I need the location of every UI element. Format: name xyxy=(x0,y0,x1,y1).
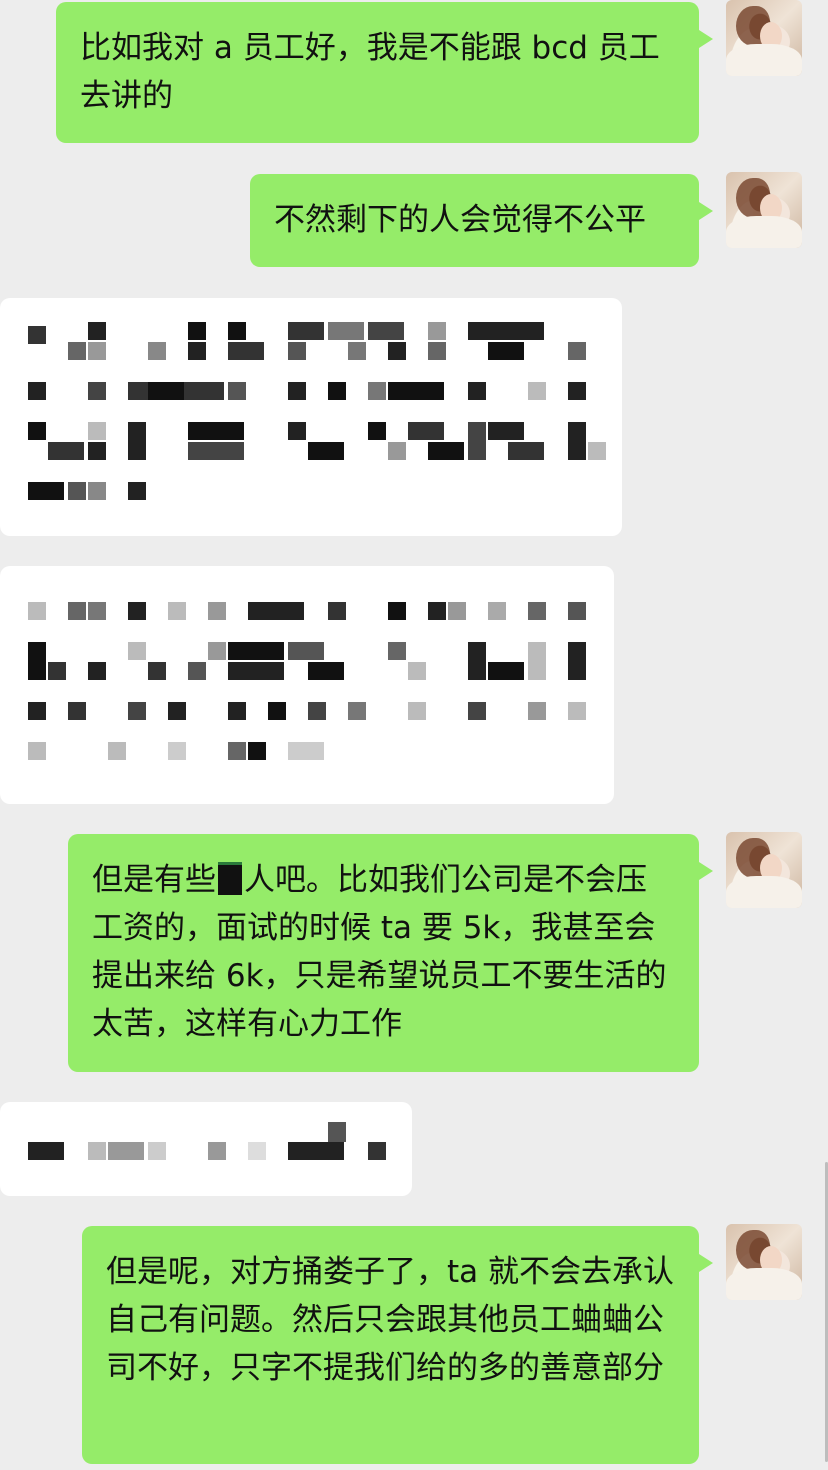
message-bubble-incoming-redacted[interactable] xyxy=(0,1102,412,1196)
message-bubble-incoming-redacted[interactable] xyxy=(0,298,622,536)
avatar-icon[interactable] xyxy=(726,1224,802,1300)
inline-redaction xyxy=(218,862,242,895)
message-bubble-outgoing[interactable]: 比如我对 a 员工好，我是不能跟 bcd 员工去讲的 xyxy=(56,2,713,143)
message-bubble-outgoing[interactable]: 但是呢，对方捅娄子了，ta 就不会去承认自己有问题。然后只会跟其他员工蛐蛐公司不… xyxy=(82,1226,713,1464)
message-text: 比如我对 a 员工好，我是不能跟 bcd 员工去讲的 xyxy=(80,30,660,114)
avatar-icon[interactable] xyxy=(726,832,802,908)
pixelated-redaction xyxy=(28,602,586,760)
message-bubble-outgoing[interactable]: 不然剩下的人会觉得不公平 xyxy=(250,174,713,267)
message-text: 但是呢，对方捅娄子了，ta 就不会去承认自己有问题。然后只会跟其他员工蛐蛐公司不… xyxy=(106,1254,675,1386)
message-text: 不然剩下的人会觉得不公平 xyxy=(274,202,646,238)
message-bubble-outgoing[interactable]: 但是有些 人吧。比如我们公司是不会压工资的，面试的时候 ta 要 5k，我甚至会提… xyxy=(68,834,713,1072)
pixelated-redaction xyxy=(28,1122,386,1160)
message-text: 但是有些 xyxy=(92,862,216,898)
message-bubble-incoming-redacted[interactable] xyxy=(0,566,614,804)
avatar-icon[interactable] xyxy=(726,0,802,76)
pixelated-redaction xyxy=(28,322,606,500)
avatar-icon[interactable] xyxy=(726,172,802,248)
